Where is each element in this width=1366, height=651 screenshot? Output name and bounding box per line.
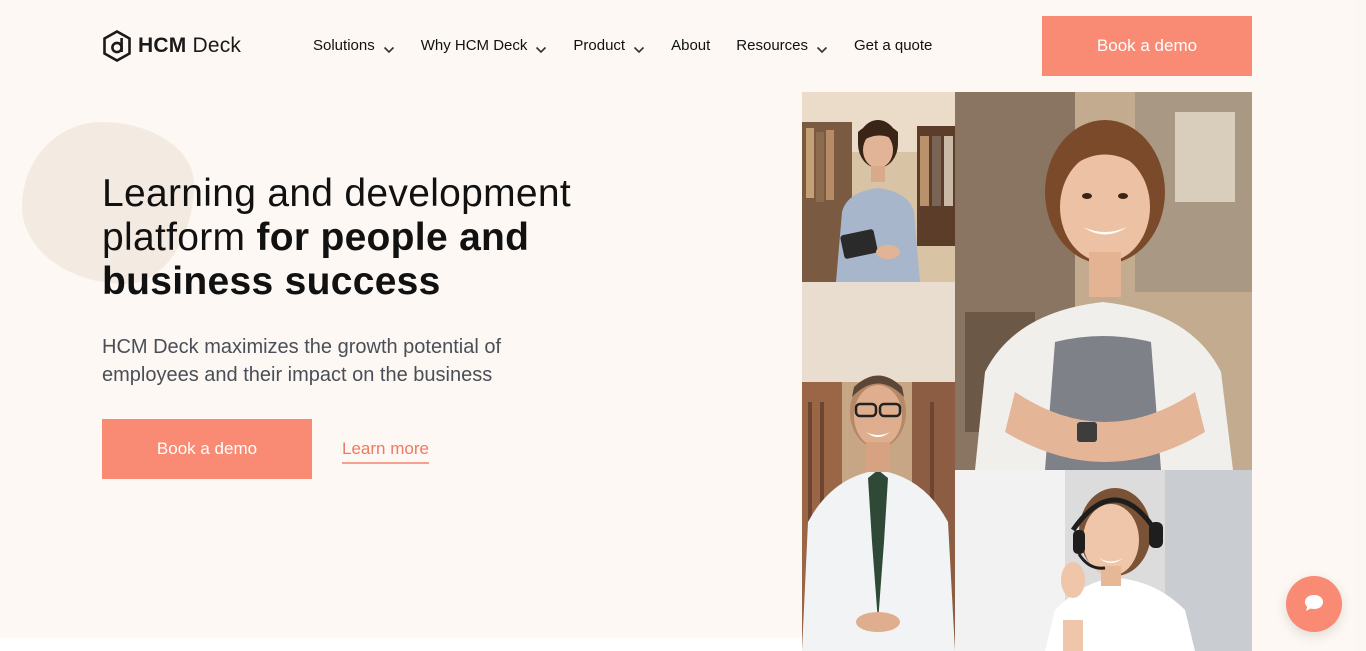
nav-item-label: Why HCM Deck (420, 36, 528, 54)
nav-item-resources[interactable]: Resources (736, 37, 828, 54)
logo[interactable]: HCM Deck (102, 30, 241, 62)
nav-item-product[interactable]: Product (573, 37, 645, 54)
chevron-down-icon (633, 41, 645, 54)
nav-item-label: Resources (736, 36, 808, 54)
nav-item-label: Get a quote (854, 36, 933, 54)
nav-item-why-hcm-deck[interactable]: Why HCM Deck (421, 37, 548, 54)
nav-item-label: Solutions (313, 36, 375, 54)
book-demo-header-button[interactable]: Book a demo (1042, 16, 1252, 76)
photo-boutique-employee (802, 92, 955, 282)
photo-support-agent (955, 470, 1252, 651)
main-nav: Solutions Why HCM Deck Product About Res… (313, 35, 932, 55)
chat-widget-button[interactable] (1286, 576, 1342, 632)
nav-item-label: Product (573, 36, 626, 54)
chevron-down-icon (535, 41, 547, 54)
nav-item-solutions[interactable]: Solutions (313, 37, 395, 54)
hero-subtext: HCM Deck maximizes the growth potential … (102, 336, 502, 386)
nav-item-label: About (671, 36, 711, 54)
chevron-down-icon (816, 41, 828, 54)
scrollbar[interactable] (1354, 0, 1366, 651)
nav-item-about[interactable]: About (671, 37, 710, 54)
logo-text-secondary: Deck (192, 34, 242, 57)
hero-headline: Learning and development platform for pe… (102, 172, 662, 304)
nav-item-get-a-quote[interactable]: Get a quote (854, 37, 932, 54)
hcm-deck-logo-icon (102, 30, 132, 62)
learn-more-link[interactable]: Learn more (342, 439, 429, 464)
logo-text: HCM Deck (138, 34, 241, 58)
book-demo-hero-button[interactable]: Book a demo (102, 419, 312, 479)
chat-bubble-icon (1303, 593, 1325, 616)
photo-cafe-employee (955, 92, 1252, 470)
logo-text-primary: HCM (138, 34, 187, 57)
chevron-down-icon (383, 41, 395, 54)
section-divider (0, 638, 802, 651)
page: HCM Deck Solutions Why HCM Deck Product … (0, 0, 1366, 651)
photo-office-manager (802, 282, 955, 651)
